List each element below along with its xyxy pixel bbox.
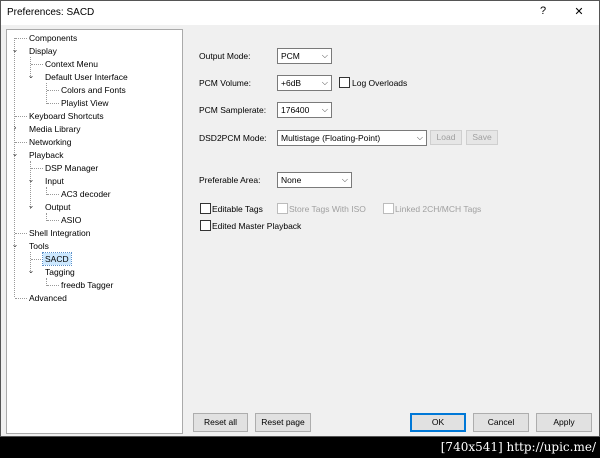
collapse-chevron-icon[interactable]: ⌄ <box>11 150 19 158</box>
help-button[interactable]: ? <box>535 5 551 17</box>
tree-item-output[interactable]: Output <box>43 201 73 213</box>
chevron-down-icon: ⌵ <box>321 105 328 114</box>
tree-item-colors-and-fonts[interactable]: Colors and Fonts <box>59 84 128 96</box>
tree-connector <box>15 142 27 143</box>
preferences-window: Preferences: SACD ? ✕ ⌄ ⌄ › ⌄ ⌄ ⌄ ⌄ ⌄ Co… <box>0 0 600 437</box>
cancel-button[interactable]: Cancel <box>473 413 529 432</box>
tree-connector <box>31 64 43 65</box>
chevron-down-icon: ⌵ <box>416 133 423 142</box>
tree-connector <box>46 83 47 104</box>
tree-item-advanced[interactable]: Advanced <box>27 292 69 304</box>
expand-chevron-icon[interactable]: › <box>11 124 19 132</box>
tree-item-media-library[interactable]: Media Library <box>27 123 83 135</box>
reset-all-button[interactable]: Reset all <box>193 413 248 432</box>
chevron-down-icon: ⌵ <box>321 78 328 87</box>
tree-item-context-menu[interactable]: Context Menu <box>43 58 100 70</box>
dsd2pcm-mode-value: Multistage (Floating-Point) <box>281 133 381 143</box>
edited-master-playback-label: Edited Master Playback <box>212 221 302 231</box>
pcm-volume-value: +6dB <box>281 78 302 88</box>
tree-item-keyboard-shortcuts[interactable]: Keyboard Shortcuts <box>27 110 106 122</box>
store-tags-with-iso-label: Store Tags With ISO <box>289 204 366 214</box>
ok-button[interactable]: OK <box>410 413 466 432</box>
pcm-samplerate-label: PCM Samplerate: <box>199 105 267 115</box>
output-mode-select[interactable]: PCM ⌵ <box>277 48 332 64</box>
tree-item-sacd[interactable]: SACD <box>42 252 72 266</box>
preferable-area-select[interactable]: None ⌵ <box>277 172 352 188</box>
tree-item-shell-integration[interactable]: Shell Integration <box>27 227 92 239</box>
collapse-chevron-icon[interactable]: ⌄ <box>11 241 19 249</box>
pcm-volume-label: PCM Volume: <box>199 78 251 88</box>
tree-item-networking[interactable]: Networking <box>27 136 74 148</box>
tree-item-default-user-interface[interactable]: Default User Interface <box>43 71 130 83</box>
tree-item-tools[interactable]: Tools <box>27 240 51 252</box>
tree-connector <box>15 233 27 234</box>
tree-connector <box>47 194 59 195</box>
tree-item-dsp-manager[interactable]: DSP Manager <box>43 162 100 174</box>
load-button[interactable]: Load <box>430 130 462 145</box>
chevron-down-icon: ⌵ <box>321 51 328 60</box>
watermark: [740x541] http://upic.me/ <box>0 437 600 458</box>
log-overloads-checkbox[interactable] <box>339 77 350 88</box>
tree-item-playlist-view[interactable]: Playlist View <box>59 97 111 109</box>
tree-connector <box>47 90 59 91</box>
collapse-chevron-icon[interactable]: ⌄ <box>27 267 35 275</box>
tree-connector <box>15 116 27 117</box>
tree-connector <box>31 259 43 260</box>
log-overloads-label: Log Overloads <box>352 78 408 88</box>
tree-item-components[interactable]: Components <box>27 32 79 44</box>
tree-connector <box>47 103 59 104</box>
tree-item-tagging[interactable]: Tagging <box>43 266 77 278</box>
tree-item-display[interactable]: Display <box>27 45 59 57</box>
output-mode-value: PCM <box>281 51 300 61</box>
collapse-chevron-icon[interactable]: ⌄ <box>27 72 35 80</box>
save-button[interactable]: Save <box>466 130 498 145</box>
pcm-samplerate-select[interactable]: 176400 ⌵ <box>277 102 332 118</box>
pcm-samplerate-value: 176400 <box>281 105 310 115</box>
store-tags-with-iso-checkbox[interactable] <box>277 203 288 214</box>
close-button[interactable]: ✕ <box>571 5 587 18</box>
tree-connector <box>47 285 59 286</box>
tree-item-ac3-decoder[interactable]: AC3 decoder <box>59 188 113 200</box>
window-title: Preferences: SACD <box>7 7 95 18</box>
collapse-chevron-icon[interactable]: ⌄ <box>27 176 35 184</box>
pcm-volume-select[interactable]: +6dB ⌵ <box>277 75 332 91</box>
tree-item-asio[interactable]: ASIO <box>59 214 83 226</box>
tree-connector <box>31 168 43 169</box>
output-mode-label: Output Mode: <box>199 51 251 61</box>
tree-item-playback[interactable]: Playback <box>27 149 66 161</box>
linked-2ch-mch-tags-checkbox[interactable] <box>383 203 394 214</box>
chevron-down-icon: ⌵ <box>341 175 348 184</box>
tree-connector <box>47 220 59 221</box>
linked-2ch-mch-tags-label: Linked 2CH/MCH Tags <box>395 204 482 214</box>
collapse-chevron-icon[interactable]: ⌄ <box>11 46 19 54</box>
edited-master-playback-checkbox[interactable] <box>200 220 211 231</box>
tree-connector <box>15 298 27 299</box>
apply-button[interactable]: Apply <box>536 413 592 432</box>
editable-tags-label: Editable Tags <box>212 204 263 214</box>
preferences-tree[interactable]: ⌄ ⌄ › ⌄ ⌄ ⌄ ⌄ ⌄ Components Display Conte… <box>6 29 183 434</box>
dsd2pcm-mode-label: DSD2PCM Mode: <box>199 133 267 143</box>
tree-connector <box>14 38 15 297</box>
reset-page-button[interactable]: Reset page <box>255 413 311 432</box>
tree-item-input[interactable]: Input <box>43 175 66 187</box>
preferable-area-label: Preferable Area: <box>199 175 261 185</box>
editable-tags-checkbox[interactable] <box>200 203 211 214</box>
tree-connector <box>15 38 27 39</box>
title-bar: Preferences: SACD ? ✕ <box>1 1 599 25</box>
preferable-area-value: None <box>281 175 302 185</box>
collapse-chevron-icon[interactable]: ⌄ <box>27 202 35 210</box>
tree-item-freedb-tagger[interactable]: freedb Tagger <box>59 279 115 291</box>
dsd2pcm-mode-select[interactable]: Multistage (Floating-Point) ⌵ <box>277 130 427 146</box>
